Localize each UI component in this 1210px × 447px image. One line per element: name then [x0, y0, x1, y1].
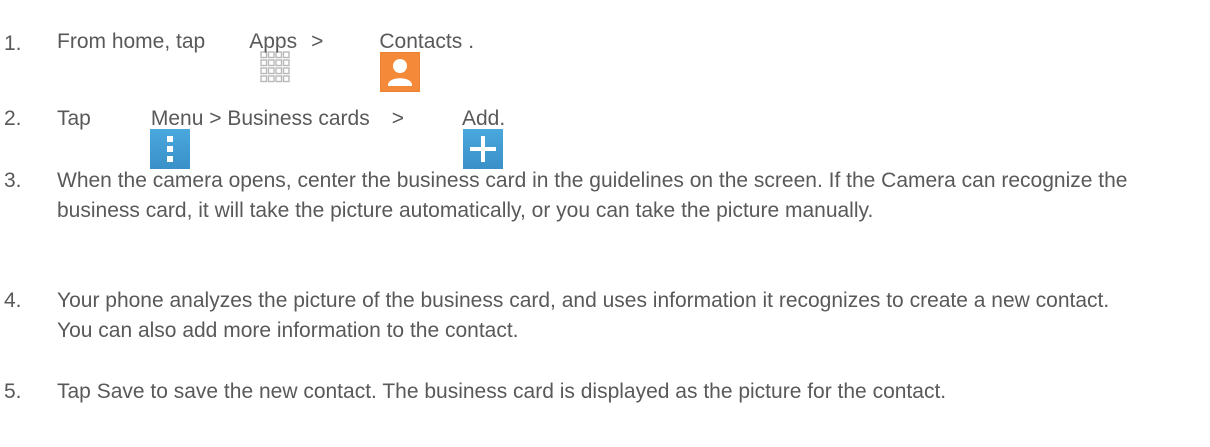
step-text: From home, tap Apps > Contacts . — [57, 17, 1205, 92]
step-end: . — [468, 30, 475, 53]
step-number: 3. — [4, 169, 22, 192]
add-icon — [416, 99, 503, 169]
menu-label: Menu > Business cards — [150, 107, 370, 130]
step-text-part: Tap — [57, 107, 91, 130]
step-number: 2. — [4, 107, 22, 130]
contacts-icon — [333, 22, 421, 92]
step-number: 4. — [4, 289, 22, 312]
instructions-document: 1. From home, tap Apps > Contacts . 2. T… — [0, 0, 1210, 447]
step-text-part: From home, tap — [57, 30, 206, 53]
step-text: Your phone analyzes the picture of the b… — [57, 289, 1110, 342]
contacts-label: Contacts — [379, 30, 463, 53]
apps-grid-icon — [211, 20, 290, 83]
step-number: 1. — [4, 32, 22, 55]
step-text: When the camera opens, center the busine… — [57, 169, 1128, 222]
step-text: Tap Save to save the new contact. The bu… — [57, 380, 947, 403]
separator: > — [391, 107, 404, 130]
step-number: 5. — [4, 380, 22, 403]
step-text: Tap Menu > Business cards > Add. — [57, 96, 1205, 169]
add-label: Add. — [461, 107, 506, 130]
apps-label: Apps — [249, 30, 298, 53]
menu-icon — [103, 99, 190, 169]
separator: > — [311, 30, 324, 53]
